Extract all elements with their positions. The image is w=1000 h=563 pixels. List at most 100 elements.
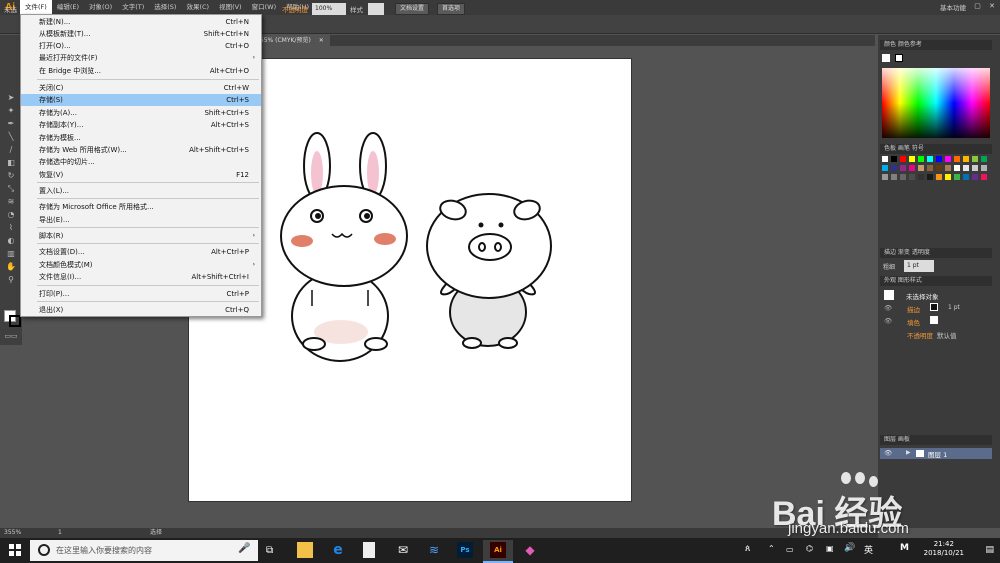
menu-item-save-as[interactable]: 存储为(A)... Shift+Ctrl+S: [21, 107, 261, 119]
color-swatch[interactable]: [963, 174, 969, 180]
color-swatch[interactable]: [972, 165, 978, 171]
menu-item-recent-files[interactable]: 最近打开的文件(F) ›: [21, 52, 261, 64]
eye-icon[interactable]: 👁: [884, 317, 892, 325]
color-swatch[interactable]: [909, 165, 915, 171]
window-controls[interactable]: — ▢ ✕: [959, 2, 998, 10]
appearance-opacity-label[interactable]: 不透明度: [907, 330, 933, 340]
color-swatch[interactable]: [882, 165, 888, 171]
eye-icon[interactable]: 👁: [884, 304, 892, 312]
layer-name[interactable]: 图层 1: [928, 449, 947, 459]
menu-edit[interactable]: 编辑(E): [52, 0, 84, 15]
eye-icon[interactable]: 👁: [884, 449, 892, 457]
color-swatch[interactable]: [972, 174, 978, 180]
color-swatch[interactable]: [954, 156, 960, 162]
appearance-stroke-swatch[interactable]: [930, 303, 938, 311]
shape-builder-icon[interactable]: ◔: [4, 209, 18, 220]
color-swatch[interactable]: [981, 156, 987, 162]
rotate-tool-icon[interactable]: ↻: [4, 170, 18, 181]
menu-item-save-copy[interactable]: 存储副本(Y)... Alt+Ctrl+S: [21, 119, 261, 131]
color-swatch[interactable]: [918, 174, 924, 180]
layer-row[interactable]: 👁 ▶ 图层 1: [880, 448, 992, 459]
menu-item-close[interactable]: 关闭(C) Ctrl+W: [21, 82, 261, 94]
color-swatch[interactable]: [945, 174, 951, 180]
menu-item-save-office[interactable]: 存储为 Microsoft Office 所用格式...: [21, 201, 261, 213]
color-swatch[interactable]: [927, 174, 933, 180]
people-icon[interactable]: ጰ: [745, 544, 750, 554]
paint-app-icon[interactable]: ◆: [522, 542, 538, 558]
color-swatch[interactable]: [945, 165, 951, 171]
eyedropper-icon[interactable]: ⌇: [4, 222, 18, 233]
color-swatch[interactable]: [882, 156, 888, 162]
mail-icon[interactable]: ✉: [395, 542, 411, 558]
color-swatch[interactable]: [918, 165, 924, 171]
menu-item-export[interactable]: 导出(E)...: [21, 214, 261, 226]
input-method-indicator[interactable]: 英: [864, 543, 873, 556]
drawing-mode-icon[interactable]: ▭▭: [4, 331, 18, 342]
close-icon[interactable]: ✕: [319, 37, 324, 44]
stroke-panel-tabs[interactable]: 描边 渐变 透明度: [880, 248, 992, 258]
zoom-level[interactable]: 355%: [4, 528, 21, 538]
network-icon[interactable]: ⌬: [806, 544, 813, 553]
menu-item-save-template[interactable]: 存储为模板...: [21, 132, 261, 144]
color-panel-tabs[interactable]: 颜色 颜色参考: [880, 40, 992, 50]
swatch-grid[interactable]: [882, 156, 990, 204]
menu-item-save-for-web[interactable]: 存储为 Web 所用格式(W)... Alt+Shift+Ctrl+S: [21, 144, 261, 156]
color-swatch[interactable]: [918, 156, 924, 162]
menu-item-print[interactable]: 打印(P)... Ctrl+P: [21, 288, 261, 300]
menu-view[interactable]: 视图(V): [214, 0, 247, 15]
appearance-stroke-label[interactable]: 描边: [907, 304, 920, 314]
menu-item-open[interactable]: 打开(O)... Ctrl+O: [21, 40, 261, 52]
menu-item-place[interactable]: 置入(L)...: [21, 185, 261, 197]
line-tool-icon[interactable]: ╲: [4, 131, 18, 142]
color-swatch[interactable]: [936, 174, 942, 180]
pen-tool-icon[interactable]: ✒: [4, 118, 18, 129]
opacity-label[interactable]: 不透明度: [282, 4, 308, 14]
expand-arrow-icon[interactable]: ▶: [906, 449, 911, 456]
color-swatch[interactable]: [882, 174, 888, 180]
color-swatch[interactable]: [936, 165, 942, 171]
tray-chevron-icon[interactable]: ⌃: [768, 544, 775, 553]
color-swatch[interactable]: [963, 165, 969, 171]
illustrator-icon[interactable]: Ai: [490, 542, 506, 558]
color-swatch[interactable]: [891, 165, 897, 171]
color-swatch[interactable]: [981, 174, 987, 180]
photoshop-icon[interactable]: Ps: [457, 542, 473, 558]
menu-item-save-slices[interactable]: 存储选中的切片...: [21, 156, 261, 168]
color-swatch[interactable]: [900, 165, 906, 171]
color-swatch[interactable]: [963, 156, 969, 162]
document-setup-button[interactable]: 文档设置: [395, 3, 430, 15]
scale-tool-icon[interactable]: ⤡: [4, 183, 18, 194]
menu-file[interactable]: 文件(F): [20, 0, 52, 15]
color-swatch[interactable]: [891, 156, 897, 162]
opacity-input[interactable]: 100%: [312, 3, 346, 15]
menu-item-save[interactable]: 存储(S) Ctrl+S: [21, 94, 261, 106]
menu-item-new[interactable]: 新建(N)... Ctrl+N: [21, 16, 261, 28]
battery-icon[interactable]: ▭: [786, 545, 794, 554]
menu-item-new-from-template[interactable]: 从模板新建(T)... Shift+Ctrl+N: [21, 28, 261, 40]
notification-center-icon[interactable]: ▤: [985, 545, 994, 555]
blend-tool-icon[interactable]: ◐: [4, 235, 18, 246]
preferences-button[interactable]: 首选项: [437, 3, 466, 15]
graph-tool-icon[interactable]: ▥: [4, 248, 18, 259]
menu-item-browse-bridge[interactable]: 在 Bridge 中浏览... Alt+Ctrl+O: [21, 65, 261, 77]
appearance-panel-tabs[interactable]: 外观 图形样式: [880, 276, 992, 286]
color-swatch[interactable]: [972, 156, 978, 162]
stroke-swatch[interactable]: [895, 54, 903, 62]
microphone-icon[interactable]: 🎤: [238, 543, 250, 554]
appearance-fill-label[interactable]: 填色: [907, 317, 920, 327]
swatches-panel-tabs[interactable]: 色板 画笔 符号: [880, 144, 992, 154]
stroke-weight-input[interactable]: 1 pt: [904, 260, 934, 272]
appearance-fill-swatch[interactable]: [930, 316, 938, 324]
ime-mode-icon[interactable]: M: [900, 543, 909, 553]
menu-object[interactable]: 对象(O): [84, 0, 117, 15]
document-icon[interactable]: [363, 542, 375, 558]
fill-swatch[interactable]: [882, 54, 890, 62]
color-swatch[interactable]: [909, 156, 915, 162]
menu-item-color-mode[interactable]: 文档颜色模式(M) ›: [21, 259, 261, 271]
color-swatch[interactable]: [891, 174, 897, 180]
zoom-tool-icon[interactable]: ⚲: [4, 274, 18, 285]
menu-item-scripts[interactable]: 脚本(R) ›: [21, 230, 261, 242]
menu-item-file-info[interactable]: 文件信息(I)... Alt+Shift+Ctrl+I: [21, 271, 261, 283]
warp-tool-icon[interactable]: ≋: [4, 196, 18, 207]
hand-tool-icon[interactable]: ✋: [4, 261, 18, 272]
